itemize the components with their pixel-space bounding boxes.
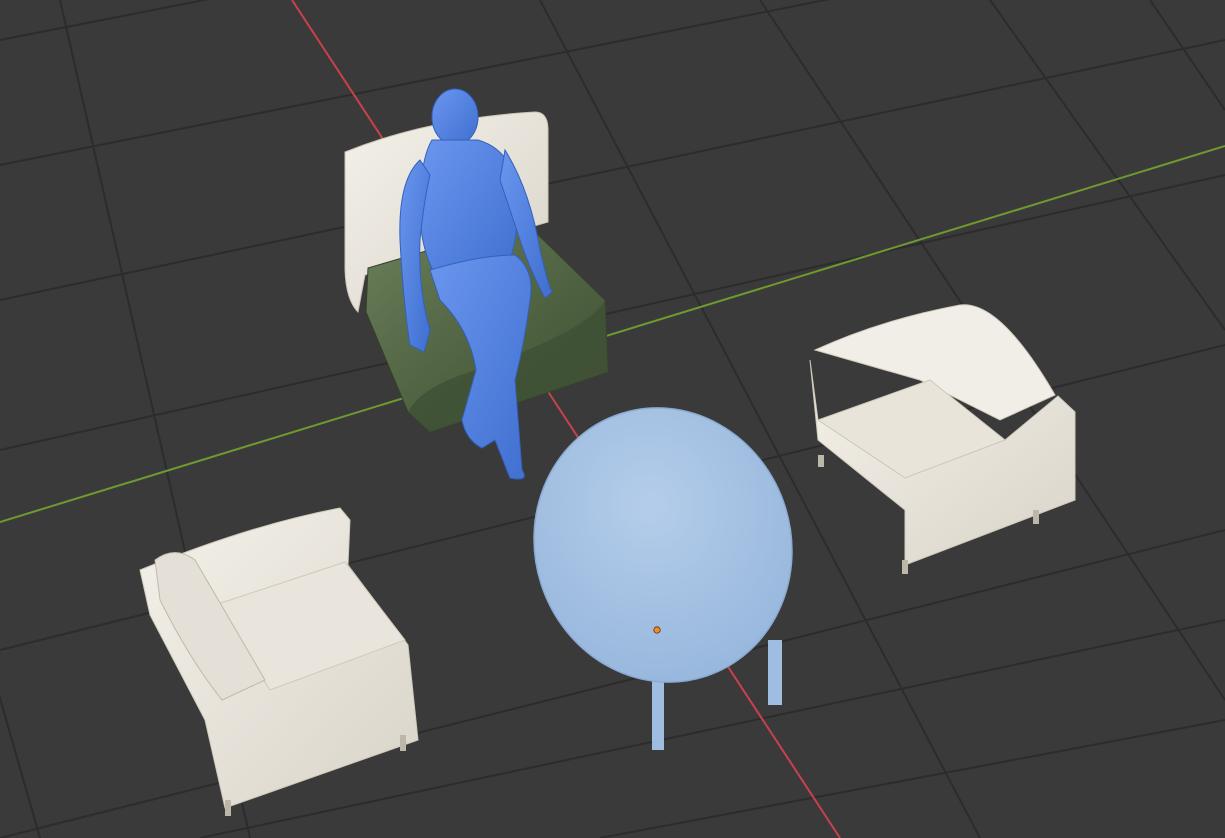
armchair-left-leg <box>225 800 231 816</box>
armchair-left-leg <box>400 735 406 751</box>
viewport-canvas[interactable] <box>0 0 1225 838</box>
armchair-right-leg <box>902 560 908 574</box>
human-head <box>431 88 479 146</box>
origin-marker <box>653 626 661 634</box>
armchair-right-leg <box>1033 510 1039 524</box>
armchair-right-leg <box>818 455 824 467</box>
table-leg <box>768 640 782 705</box>
3d-viewport[interactable] <box>0 0 1225 838</box>
